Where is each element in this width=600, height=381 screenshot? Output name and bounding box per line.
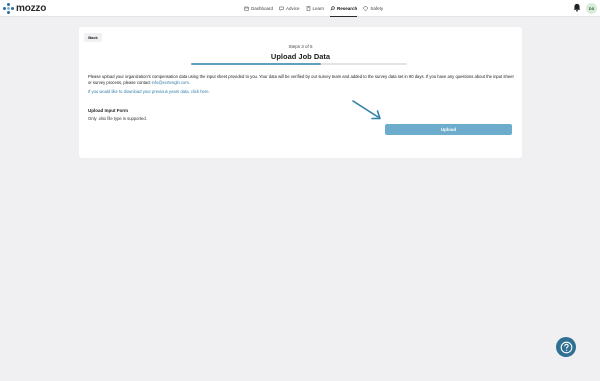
- help-button[interactable]: [556, 337, 576, 357]
- search-icon: [330, 6, 335, 11]
- nav-item-label: Research: [337, 6, 358, 11]
- help-question-icon: [560, 341, 572, 353]
- nav-item-safety[interactable]: Safety: [363, 0, 383, 17]
- step-progress-bar: [191, 63, 407, 65]
- nav-item-label: Learn: [312, 6, 325, 11]
- upload-card: Back Steps 3 of 5 Upload Job Data Please…: [79, 27, 522, 158]
- upload-instructions: Please upload your organization's compen…: [88, 74, 516, 86]
- main-nav: Dashboard Advice Learn Research Safety: [244, 0, 389, 17]
- nav-item-label: Dashboard: [251, 6, 274, 11]
- notification-bell-icon[interactable]: [573, 3, 581, 12]
- nav-item-label: Safety: [370, 6, 384, 11]
- calendar-icon: [244, 6, 249, 11]
- upload-button[interactable]: Upload: [385, 124, 512, 135]
- chat-icon: [279, 6, 284, 11]
- brand-logo[interactable]: mozzo: [3, 2, 46, 14]
- user-avatar[interactable]: DS: [586, 3, 597, 14]
- brand-name: mozzo: [16, 2, 47, 14]
- nav-item-research[interactable]: Research: [330, 0, 358, 17]
- top-navigation-bar: mozzo Dashboard Advice Learn Research Sa…: [0, 0, 600, 17]
- download-previous-data-link[interactable]: If you would like to download your previ…: [88, 89, 210, 94]
- file-type-note: Only .xlsx file type is supported.: [88, 116, 147, 121]
- shield-icon: [363, 6, 368, 11]
- step-progress-fill: [191, 63, 321, 65]
- logo-mark-icon: [3, 2, 14, 14]
- nav-item-label: Advice: [286, 6, 300, 11]
- step-indicator: Steps 3 of 5: [288, 44, 313, 49]
- contact-email-link[interactable]: info@ecrtengln.com.: [152, 80, 190, 85]
- book-icon: [306, 6, 310, 11]
- upload-form-label: Upload Input Form: [88, 108, 128, 113]
- page-title: Upload Job Data: [270, 52, 331, 61]
- nav-item-advice[interactable]: Advice: [279, 0, 300, 17]
- pointer-arrow-icon: [352, 100, 381, 120]
- nav-item-learn[interactable]: Learn: [306, 0, 325, 17]
- nav-item-dashboard[interactable]: Dashboard: [244, 0, 273, 17]
- back-button[interactable]: Back: [84, 33, 102, 42]
